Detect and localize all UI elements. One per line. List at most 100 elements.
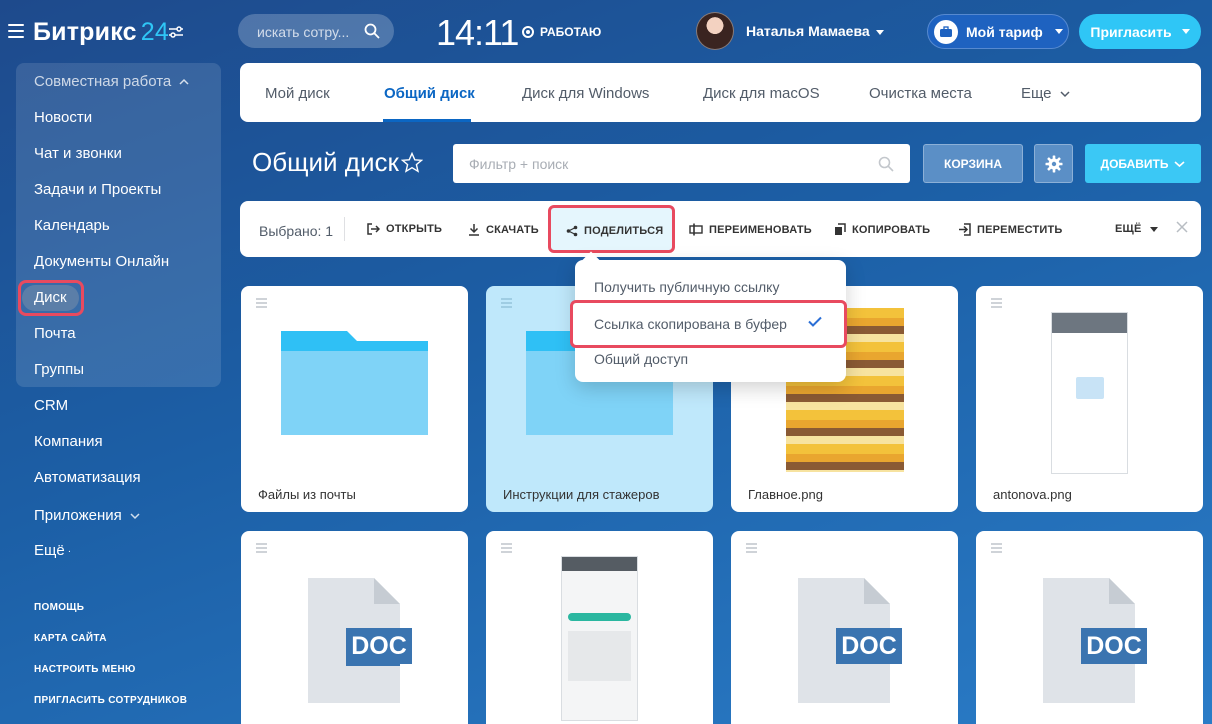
logo-number: 24: [140, 18, 169, 46]
menu-item-public-link[interactable]: Получить публичную ссылку: [594, 279, 779, 295]
sidebar-item-company[interactable]: Компания: [34, 433, 103, 450]
drag-handle-icon[interactable]: [991, 543, 1002, 555]
download-button[interactable]: СКАЧАТЬ: [468, 223, 539, 236]
drag-handle-icon[interactable]: [256, 543, 267, 555]
copy-button[interactable]: КОПИРОВАТЬ: [834, 223, 930, 236]
sidebar-link-invite-employees[interactable]: ПРИГЛАСИТЬ СОТРУДНИКОВ: [34, 695, 187, 706]
search-icon[interactable]: [364, 23, 380, 39]
chevron-down-icon: [875, 29, 884, 35]
avatar[interactable]: [696, 12, 734, 50]
star-icon[interactable]: [401, 152, 423, 173]
sidebar-group-label: Совместная работа: [34, 73, 172, 90]
tab-disk-macos[interactable]: Диск для macOS: [703, 85, 820, 102]
drag-handle-icon[interactable]: [991, 298, 1002, 310]
tab-cleanup[interactable]: Очистка места: [869, 85, 972, 102]
logo[interactable]: Битрикс 24: [33, 18, 169, 47]
my-tariff-button[interactable]: Мой тариф: [927, 14, 1069, 49]
file-card[interactable]: DOC: [241, 531, 468, 724]
user-menu[interactable]: Наталья Мамаева: [696, 12, 884, 50]
sidebar-item-crm[interactable]: CRM: [34, 397, 68, 414]
close-icon[interactable]: [1176, 221, 1188, 233]
rename-button[interactable]: ПЕРЕИМЕНОВАТЬ: [689, 223, 812, 236]
chevron-down-icon: [1181, 29, 1190, 34]
file-card[interactable]: Файлы из почты: [241, 286, 468, 512]
chevron-down-icon: [1054, 29, 1063, 34]
chevron-down-icon: [130, 513, 140, 520]
file-card[interactable]: antonova.png: [976, 286, 1203, 512]
share-button-content: ПОДЕЛИТЬСЯ: [566, 225, 663, 237]
invite-button[interactable]: Пригласить: [1079, 14, 1201, 49]
copy-icon: [835, 223, 846, 235]
sidebar-item-news[interactable]: Новости: [34, 109, 92, 126]
share-label: ПОДЕЛИТЬСЯ: [584, 225, 664, 237]
file-name: antonova.png: [993, 487, 1072, 502]
image-thumbnail: [561, 556, 638, 721]
sidebar-link-configure-menu[interactable]: НАСТРОИТЬ МЕНЮ: [34, 664, 136, 675]
file-card[interactable]: DOC: [976, 531, 1203, 724]
chevron-down-icon: [1149, 226, 1158, 232]
sidebar-item-label: Ещё: [34, 542, 65, 559]
clock: 14:11: [436, 12, 519, 53]
divider: [344, 217, 345, 241]
settings-button[interactable]: [1034, 144, 1073, 183]
copy-label: КОПИРОВАТЬ: [852, 223, 931, 236]
search-input[interactable]: искать сотру...: [238, 14, 394, 48]
drag-handle-icon[interactable]: [746, 543, 757, 555]
sidebar-item-calendar[interactable]: Календарь: [34, 217, 110, 234]
move-button[interactable]: ПЕРЕМЕСТИТЬ: [958, 223, 1063, 236]
tab-more[interactable]: Еще: [1021, 85, 1070, 102]
sidebar-item-apps[interactable]: Приложения: [34, 507, 140, 524]
sidebar-item-mail[interactable]: Почта: [34, 325, 76, 342]
sidebar-link-sitemap[interactable]: КАРТА САЙТА: [34, 633, 107, 644]
sidebar-link-help[interactable]: ПОМОЩЬ: [34, 602, 84, 613]
drag-handle-icon[interactable]: [256, 298, 267, 310]
share-button[interactable]: ПОДЕЛИТЬСЯ: [548, 205, 675, 253]
tab-my-disk[interactable]: Мой диск: [265, 85, 330, 102]
sidebar-item-automation[interactable]: Автоматизация: [34, 469, 141, 486]
file-card[interactable]: DOC: [731, 531, 958, 724]
move-icon: [959, 223, 971, 236]
chevron-down-icon: [1174, 160, 1186, 167]
briefcase-icon: [934, 19, 958, 44]
sidebar-item-label: Приложения: [34, 507, 122, 524]
sidebar-item-more[interactable]: Ещё ·: [34, 542, 71, 559]
more-actions-button[interactable]: ЕЩЁ: [1115, 223, 1158, 235]
filter-placeholder: Фильтр + поиск: [469, 156, 569, 172]
sidebar-item-tasks[interactable]: Задачи и Проекты: [34, 181, 161, 198]
page-title: Общий диск: [252, 147, 399, 177]
sidebar-item-chat[interactable]: Чат и звонки: [34, 145, 122, 162]
download-label: СКАЧАТЬ: [486, 223, 539, 236]
sliders-icon[interactable]: [168, 25, 184, 39]
search-icon[interactable]: [878, 156, 894, 172]
chevron-up-icon: [179, 78, 189, 85]
work-status-label: РАБОТАЮ: [540, 25, 602, 39]
tab-shared-disk[interactable]: Общий диск: [384, 85, 475, 102]
file-card[interactable]: [486, 531, 713, 724]
share-icon: [566, 225, 578, 237]
drag-handle-icon[interactable]: [501, 543, 512, 555]
add-button[interactable]: ДОБАВИТЬ: [1085, 144, 1201, 183]
drag-handle-icon[interactable]: [501, 298, 512, 310]
chevron-down-icon: [1060, 91, 1070, 98]
open-icon: [367, 223, 380, 235]
tab-bar: Мой диск Общий диск Диск для Windows Дис…: [240, 63, 1201, 122]
menu-burger-icon[interactable]: [8, 24, 24, 38]
trash-button[interactable]: КОРЗИНА: [923, 144, 1023, 183]
tab-more-label: Еще: [1021, 85, 1052, 102]
work-status-button[interactable]: РАБОТАЮ: [522, 25, 601, 39]
menu-item-shared-access[interactable]: Общий доступ: [594, 351, 688, 367]
top-bar: Битрикс 24 искать сотру... 14:11 РАБОТАЮ …: [0, 0, 1212, 64]
menu-item-link-copied[interactable]: Ссылка скопирована в буфер: [570, 300, 847, 348]
active-tab-underline: [383, 119, 471, 122]
open-button[interactable]: ОТКРЫТЬ: [367, 223, 442, 235]
status-dot-icon: [522, 26, 534, 38]
filter-search-input[interactable]: Фильтр + поиск: [453, 144, 910, 183]
sidebar-item-groups[interactable]: Группы: [34, 361, 84, 378]
search-placeholder: искать сотру...: [257, 24, 350, 40]
sidebar-item-documents[interactable]: Документы Онлайн: [34, 253, 169, 270]
gear-icon: [1045, 155, 1062, 172]
tab-disk-windows[interactable]: Диск для Windows: [522, 85, 649, 102]
sidebar-item-disk[interactable]: Диск: [22, 285, 79, 311]
my-tariff-label: Мой тариф: [966, 23, 1043, 40]
sidebar-group-title[interactable]: Совместная работа: [34, 73, 189, 90]
